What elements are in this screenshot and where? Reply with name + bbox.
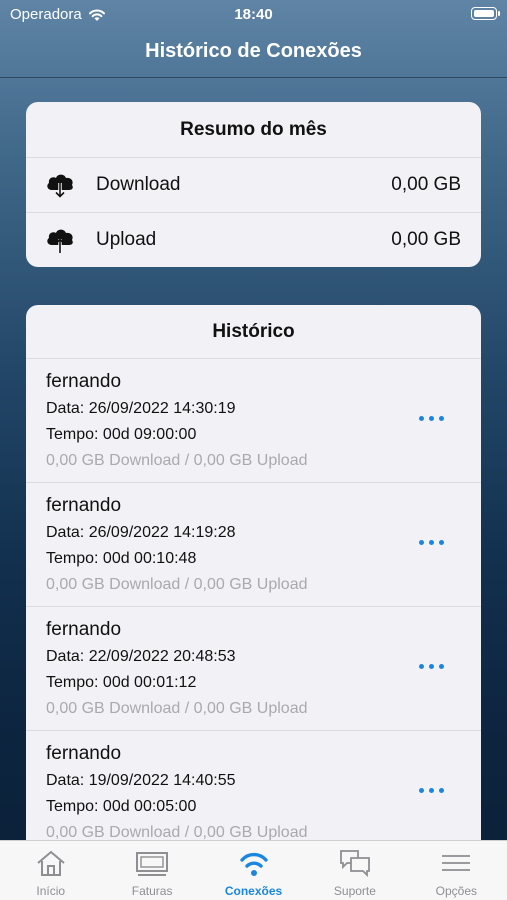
history-duration: Tempo: 00d 00:05:00 <box>46 798 197 815</box>
history-date: Data: 19/09/2022 14:40:55 <box>46 772 236 789</box>
history-date: Data: 26/09/2022 14:19:28 <box>46 524 236 541</box>
tab-inicio[interactable]: Início <box>0 841 101 900</box>
history-usage: 0,00 GB Download / 0,00 GB Upload <box>46 576 308 593</box>
history-duration: Tempo: 00d 00:01:12 <box>46 674 197 691</box>
cloud-upload-icon <box>47 229 73 253</box>
menu-icon <box>442 855 471 871</box>
upload-label: Upload <box>96 229 157 250</box>
navigation-bar: Histórico de Conexões <box>0 30 507 78</box>
more-options-icon[interactable] <box>419 657 447 675</box>
upload-value: 0,00 GB <box>391 229 461 250</box>
history-item[interactable]: fernando Data: 26/09/2022 14:30:19 Tempo… <box>26 359 481 483</box>
more-options-icon[interactable] <box>419 533 447 551</box>
summary-title: Resumo do mês <box>26 102 481 158</box>
history-date: Data: 26/09/2022 14:30:19 <box>46 400 236 417</box>
tab-bar: Início Faturas Conexões Suporte Opções <box>0 840 507 900</box>
more-options-icon[interactable] <box>419 409 447 427</box>
download-value: 0,00 GB <box>391 174 461 195</box>
tab-suporte[interactable]: Suporte <box>304 841 405 900</box>
history-date: Data: 22/09/2022 20:48:53 <box>46 648 236 665</box>
invoice-icon <box>136 852 169 876</box>
history-user: fernando <box>46 743 122 764</box>
history-user: fernando <box>46 619 122 640</box>
history-item[interactable]: fernando Data: 22/09/2022 20:48:53 Tempo… <box>26 607 481 731</box>
history-card: Histórico fernando Data: 26/09/2022 14:3… <box>26 305 481 865</box>
summary-row-upload: Upload 0,00 GB <box>26 213 481 267</box>
monthly-summary-card: Resumo do mês Download 0,00 GB Upload 0,… <box>26 102 481 267</box>
page-title: Histórico de Conexões <box>145 40 362 62</box>
tab-label: Faturas <box>131 884 173 898</box>
tab-label: Opções <box>435 884 477 898</box>
history-usage: 0,00 GB Download / 0,00 GB Upload <box>46 452 308 469</box>
tab-faturas[interactable]: Faturas <box>101 841 202 900</box>
history-duration: Tempo: 00d 00:10:48 <box>46 550 197 567</box>
chat-icon <box>340 850 370 878</box>
tab-opcoes[interactable]: Opções <box>406 841 507 900</box>
status-bar: Operadora 18:40 <box>0 0 507 30</box>
history-user: fernando <box>46 495 122 516</box>
battery-icon <box>471 7 500 20</box>
tab-label: Suporte <box>333 884 376 898</box>
history-usage: 0,00 GB Download / 0,00 GB Upload <box>46 700 308 717</box>
history-duration: Tempo: 00d 09:00:00 <box>46 426 197 443</box>
more-options-icon[interactable] <box>419 781 447 799</box>
history-user: fernando <box>46 371 122 392</box>
cloud-download-icon <box>47 174 73 198</box>
status-time: 18:40 <box>234 6 273 23</box>
home-icon <box>37 850 65 876</box>
tab-label: Conexões <box>224 884 283 898</box>
tab-label: Início <box>36 884 66 898</box>
history-item[interactable]: fernando Data: 26/09/2022 14:19:28 Tempo… <box>26 483 481 607</box>
download-label: Download <box>96 174 181 195</box>
history-item[interactable]: fernando Data: 19/09/2022 14:40:55 Tempo… <box>26 731 481 855</box>
history-title: Histórico <box>26 305 481 359</box>
wifi-icon <box>239 852 268 876</box>
summary-row-download: Download 0,00 GB <box>26 158 481 213</box>
tab-conexoes[interactable]: Conexões <box>203 841 304 900</box>
